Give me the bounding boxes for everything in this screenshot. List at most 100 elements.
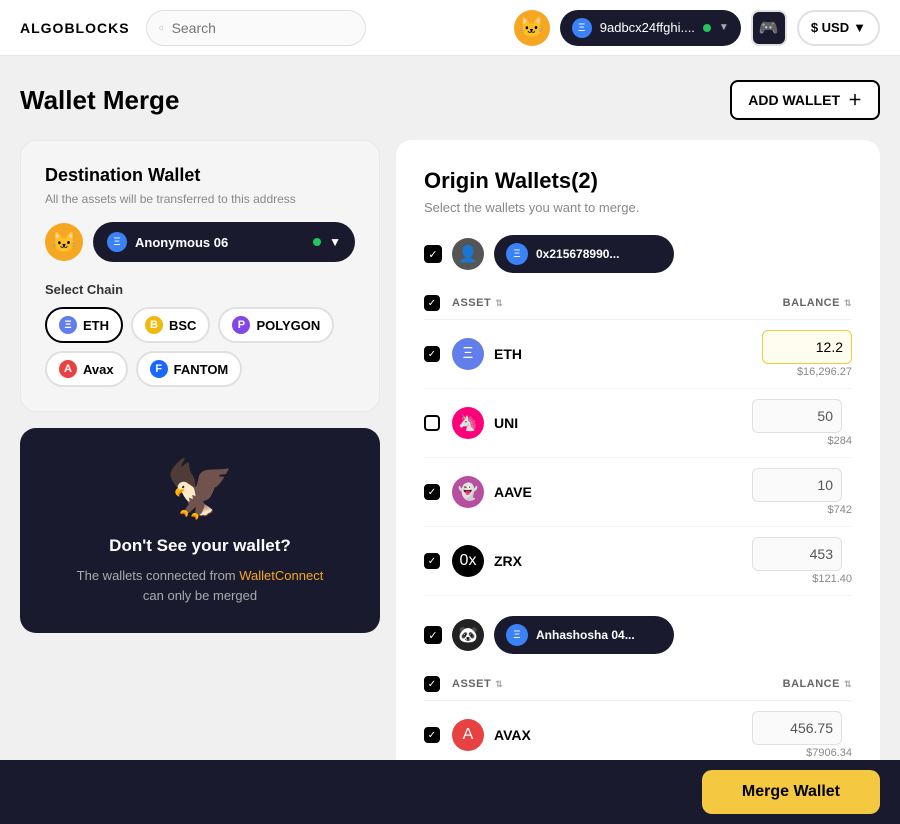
uni-balance-display: 50 <box>752 399 842 433</box>
page-header: Wallet Merge ADD WALLET ＋ <box>20 80 880 120</box>
wallet-selector-status-dot <box>313 238 321 246</box>
wallet-selector-name: Anonymous 06 <box>135 235 305 250</box>
main-content: Wallet Merge ADD WALLET ＋ Destination Wa… <box>0 56 900 760</box>
wallet-connect-link[interactable]: WalletConnect <box>239 568 323 583</box>
destination-avatar: 🐱 <box>45 223 83 261</box>
chain-eth-label: ETH <box>83 318 109 333</box>
asset-table-header-2: ✓ ASSET ⇅ BALANCE ⇅ <box>424 668 852 701</box>
aave-balance-wrap: 10 $742 <box>752 468 852 516</box>
wallet-status-dot <box>703 24 711 32</box>
wallet-2-avatar: 🐼 <box>452 619 484 651</box>
asset-sort-icon-2: ⇅ <box>495 679 503 690</box>
content-row: Destination Wallet All the assets will b… <box>20 140 880 760</box>
balance-sort-icon-2: ⇅ <box>844 679 852 690</box>
balance-col-label-2: BALANCE <box>783 678 840 690</box>
asset-table-header-1: ✓ ASSET ⇅ BALANCE ⇅ <box>424 287 852 320</box>
eth-balance-input[interactable] <box>762 330 852 364</box>
wallet-section-2: ✓ 🐼 Ξ Anhashosha 04... ✓ ASSET ⇅ <box>424 616 852 760</box>
chain-fantom-label: FANTOM <box>174 362 229 377</box>
search-input[interactable] <box>172 20 353 36</box>
wallet-1-row: ✓ 👤 Ξ 0x215678990... <box>424 235 852 273</box>
user-avatar[interactable]: 🐱 <box>514 10 550 46</box>
zrx-balance-display: 453 <box>752 537 842 571</box>
wallet-2-checkbox[interactable]: ✓ <box>424 626 442 644</box>
wallet-selector-chevron-icon: ▼ <box>329 235 341 249</box>
header-right: 🐱 Ξ 9adbcx24ffghi.... ▼ 🎮 $ USD ▼ <box>514 10 880 46</box>
zrx-balance-usd: $121.40 <box>752 573 852 585</box>
asset-row-avax: ✓ A AVAX 456.75 $7906.34 <box>424 701 852 760</box>
asset-all-checkbox-1[interactable]: ✓ <box>424 295 440 311</box>
chain-button-fantom[interactable]: F FANTOM <box>136 351 243 387</box>
asset-col-label-2: ASSET <box>452 678 491 690</box>
avax-balance-wrap: 456.75 $7906.34 <box>752 711 852 759</box>
chain-avax-label: Avax <box>83 362 114 377</box>
asset-row-zrx: ✓ 0x ZRX 453 $121.40 <box>424 527 852 596</box>
asset-all-checkbox-2[interactable]: ✓ <box>424 676 440 692</box>
zrx-balance-wrap: 453 $121.40 <box>752 537 852 585</box>
check-mark-icon-2: ✓ <box>428 629 437 642</box>
uni-asset-icon: 🦄 <box>452 407 484 439</box>
no-wallet-card: 🦅 Don't See your wallet? The wallets con… <box>20 428 380 633</box>
chain-button-polygon[interactable]: P POLYGON <box>218 307 334 343</box>
check-mark-icon: ✓ <box>428 248 437 261</box>
origin-wallets-panel: Origin Wallets(2) Select the wallets you… <box>396 140 880 760</box>
avax-asset-name: AVAX <box>494 727 752 743</box>
wallet-chevron-icon: ▼ <box>719 22 729 33</box>
uni-balance-usd: $284 <box>752 435 852 447</box>
merge-wallet-button[interactable]: Merge Wallet <box>702 770 880 814</box>
balance-col-label: BALANCE <box>783 297 840 309</box>
logo: ALGOBLOCKS <box>20 20 130 36</box>
uni-asset-name: UNI <box>494 415 752 431</box>
avax-balance-display: 456.75 <box>752 711 842 745</box>
eth-asset-name: ETH <box>494 346 752 362</box>
aave-asset-name: AAVE <box>494 484 752 500</box>
wallet-2-address-text: Anhashosha 04... <box>536 628 635 642</box>
wallet-address-text: 9adbcx24ffghi.... <box>600 20 695 35</box>
nft-icon-button[interactable]: 🎮 <box>751 10 787 46</box>
zrx-asset-icon: 0x <box>452 545 484 577</box>
zrx-asset-name: ZRX <box>494 553 752 569</box>
destination-wallet-row: 🐱 Ξ Anonymous 06 ▼ <box>45 222 355 262</box>
balance-col-header-2: BALANCE ⇅ <box>732 678 852 690</box>
no-wallet-illustration: 🦅 <box>165 456 235 522</box>
wallet-2-address-button[interactable]: Ξ Anhashosha 04... <box>494 616 674 654</box>
aave-checkbox[interactable]: ✓ <box>424 484 440 500</box>
no-wallet-title: Don't See your wallet? <box>109 536 291 556</box>
wallet-1-chain-icon: Ξ <box>506 243 528 265</box>
wallet-button[interactable]: Ξ 9adbcx24ffghi.... ▼ <box>560 10 741 46</box>
avax-checkbox[interactable]: ✓ <box>424 727 440 743</box>
chain-button-avax[interactable]: A Avax <box>45 351 128 387</box>
eth-checkbox[interactable]: ✓ <box>424 346 440 362</box>
eth-asset-icon: Ξ <box>452 338 484 370</box>
wallet-1-checkbox[interactable]: ✓ <box>424 245 442 263</box>
chain-grid: Ξ ETH B BSC P POLYGON A Avax <box>45 307 355 387</box>
avax-icon: A <box>59 360 77 378</box>
add-wallet-plus-icon: ＋ <box>848 90 862 110</box>
chain-button-bsc[interactable]: B BSC <box>131 307 210 343</box>
wallet-selector-chain-icon: Ξ <box>107 232 127 252</box>
search-bar[interactable] <box>146 10 366 46</box>
uni-balance-wrap: 50 $284 <box>752 399 852 447</box>
wallet-1-address-button[interactable]: Ξ 0x215678990... <box>494 235 674 273</box>
nft-icon: 🎮 <box>759 18 779 38</box>
asset-row-eth: ✓ Ξ ETH $16,296.27 <box>424 320 852 389</box>
uni-checkbox[interactable] <box>424 415 440 431</box>
chain-bsc-label: BSC <box>169 318 196 333</box>
origin-title: Origin Wallets(2) <box>424 168 852 194</box>
wallet-selector[interactable]: Ξ Anonymous 06 ▼ <box>93 222 355 262</box>
eth-balance-wrap: $16,296.27 <box>752 330 852 378</box>
zrx-checkbox[interactable]: ✓ <box>424 553 440 569</box>
balance-sort-icon: ⇅ <box>844 298 852 309</box>
wallet-1-avatar: 👤 <box>452 238 484 270</box>
header: ALGOBLOCKS 🐱 Ξ 9adbcx24ffghi.... ▼ 🎮 $ U… <box>0 0 900 56</box>
currency-button[interactable]: $ USD ▼ <box>797 10 880 46</box>
aave-balance-usd: $742 <box>752 504 852 516</box>
footer: Merge Wallet <box>0 760 900 824</box>
wallet-section-1: ✓ 👤 Ξ 0x215678990... ✓ ASSET ⇅ <box>424 235 852 596</box>
destination-subtitle: All the assets will be transferred to th… <box>45 192 355 206</box>
chain-polygon-label: POLYGON <box>256 318 320 333</box>
destination-wallet-card: Destination Wallet All the assets will b… <box>20 140 380 412</box>
add-wallet-button[interactable]: ADD WALLET ＋ <box>730 80 880 120</box>
asset-sort-icon: ⇅ <box>495 298 503 309</box>
chain-button-eth[interactable]: Ξ ETH <box>45 307 123 343</box>
